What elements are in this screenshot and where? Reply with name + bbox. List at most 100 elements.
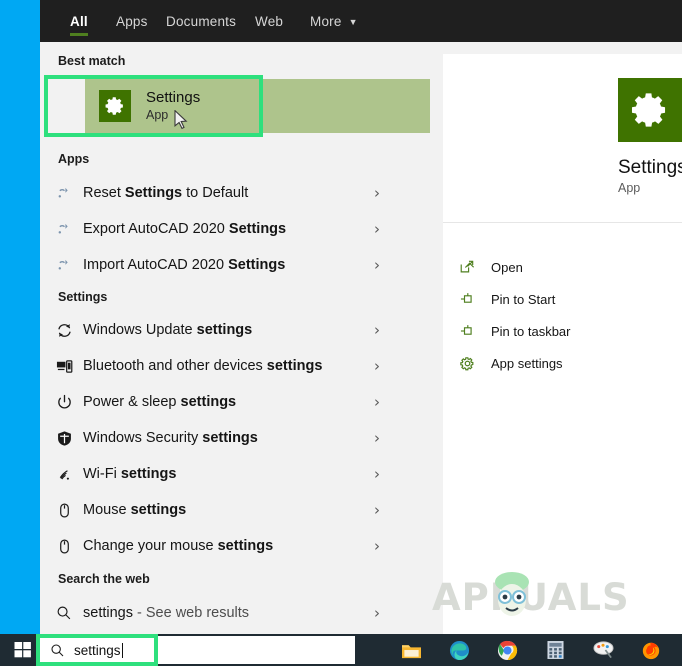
search-input-value: settings [74,642,121,658]
tab-more[interactable]: More ▼ [310,0,358,42]
preview-hero: Settings App [443,54,682,223]
calculator-icon[interactable] [544,639,566,661]
tab-apps-label: Apps [116,13,148,29]
open-external-icon [443,259,491,275]
tab-web-label: Web [255,13,284,29]
action-label: Open [491,259,523,275]
list-item-label: Export AutoCAD 2020 Settings [83,221,287,237]
list-item[interactable]: Change your mouse settings › [45,528,392,564]
search-icon [40,643,74,658]
action-pin-to-start[interactable]: Pin to Start [443,283,682,315]
chevron-right-icon: › [374,465,380,483]
list-item-label: Windows Update settings [83,322,253,338]
best-match-text: Settings App [146,89,200,123]
list-item-label: Import AutoCAD 2020 Settings [83,257,286,273]
list-item-label: Bluetooth and other devices settings [83,358,323,374]
best-match-subtitle: App [146,107,169,122]
gear-outline-icon [443,355,491,372]
chevron-down-icon: ▼ [348,17,358,27]
tab-documents[interactable]: Documents [166,0,236,42]
list-item[interactable]: Export AutoCAD 2020 Settings › [45,211,392,247]
mouse-icon [45,502,83,519]
chevron-right-icon: › [374,537,380,555]
list-item[interactable]: Import AutoCAD 2020 Settings › [45,247,392,283]
preview-pane: Settings App Open Pin to Start Pin to ta… [443,54,682,634]
gear-icon [99,90,131,122]
list-item[interactable]: Reset Settings to Default › [45,175,392,211]
text-caret [121,642,123,658]
chevron-right-icon: › [374,321,380,339]
shield-icon [45,430,83,447]
autocad-arrow-icon [45,258,83,273]
microsoft-edge-icon[interactable] [448,639,470,661]
preview-app-name-block: Settings App [443,157,682,195]
chevron-right-icon: › [374,184,380,202]
autocad-arrow-icon [45,222,83,237]
chevron-right-icon: › [374,393,380,411]
file-explorer-icon[interactable] [400,639,422,661]
paint-icon[interactable] [592,639,614,661]
best-match-item[interactable]: Settings App [87,79,303,133]
section-header-best-match: Best match [58,54,126,68]
search-tabbar: All Apps Documents Web More ▼ [40,0,682,42]
list-item[interactable]: Windows Update settings › [45,312,392,348]
list-item[interactable]: Windows Security settings › [45,420,392,456]
chevron-right-icon: › [374,256,380,274]
list-item-label: Windows Security settings [83,430,258,446]
list-item-label: Mouse settings [83,502,187,518]
chevron-right-icon: › [374,220,380,238]
devices-icon [45,358,83,375]
taskbar: settings [0,634,682,666]
list-item-label: Wi-Fi settings [83,466,177,482]
list-item-label: Power & sleep settings [83,394,237,410]
pin-icon [443,323,491,339]
list-item[interactable]: Mouse settings › [45,492,392,528]
taskbar-pinned-icons [400,634,662,666]
tab-apps[interactable]: Apps [116,0,148,42]
windows-logo-icon [14,642,31,658]
section-header-search-the-web: Search the web [58,572,150,586]
action-pin-to-taskbar[interactable]: Pin to taskbar [443,315,682,347]
wifi-icon [45,466,83,483]
action-label: Pin to taskbar [491,323,571,339]
tab-web[interactable]: Web [255,0,283,42]
chevron-right-icon: › [374,357,380,375]
search-flyout: All Apps Documents Web More ▼ Best match… [40,0,682,634]
power-icon [45,394,83,411]
start-button[interactable] [6,634,40,666]
autocad-arrow-icon [45,186,83,201]
action-app-settings[interactable]: App settings [443,347,682,379]
list-item[interactable]: settings - See web results › [45,595,392,631]
action-label: Pin to Start [491,291,556,307]
search-input[interactable]: settings [40,636,355,664]
pin-icon [443,291,491,307]
tab-documents-label: Documents [166,13,237,29]
best-match-title: Settings [146,88,201,106]
action-open[interactable]: Open [443,251,682,283]
list-item-label: Reset Settings to Default [83,185,249,201]
section-header-apps: Apps [58,152,90,166]
google-chrome-icon[interactable] [496,639,518,661]
list-item[interactable]: Wi-Fi settings › [45,456,392,492]
search-icon [45,605,83,621]
preview-app-type: App [618,181,641,195]
firefox-icon[interactable] [640,639,662,661]
preview-app-name: Settings [618,157,682,178]
chevron-right-icon: › [374,604,380,622]
list-item-label: Change your mouse settings [83,538,274,554]
section-header-settings: Settings [58,290,108,304]
refresh-icon [45,322,83,339]
gear-icon [618,78,682,142]
action-label: App settings [491,355,563,371]
mouse-icon [45,538,83,555]
list-item[interactable]: Bluetooth and other devices settings › [45,348,392,384]
list-item-label: settings - See web results [83,605,250,621]
list-item[interactable]: Power & sleep settings › [45,384,392,420]
tab-all-label: All [70,13,88,29]
chevron-right-icon: › [374,501,380,519]
tab-all[interactable]: All [70,0,88,42]
tab-active-underline [70,33,88,36]
chevron-right-icon: › [374,429,380,447]
tab-more-label: More [310,13,342,29]
desktop-background [0,0,40,666]
